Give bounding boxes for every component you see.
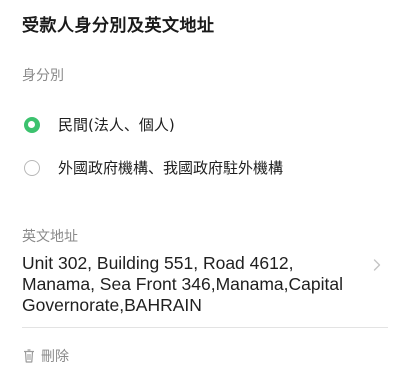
radio-option-government[interactable]: 外國政府機構、我國政府駐外機構 [24, 159, 283, 177]
delete-label: 刪除 [41, 349, 69, 365]
section-title: 受款人身分別及英文地址 [22, 16, 215, 36]
radio-option-private[interactable]: 民間(法人、個人) [24, 116, 175, 134]
trash-icon [24, 349, 34, 363]
radio-unchecked-icon[interactable] [24, 160, 40, 176]
delete-button[interactable]: 刪除 [23, 346, 69, 366]
radio-option-label: 外國政府機構、我國政府駐外機構 [58, 159, 284, 177]
english-address-label: 英文地址 [22, 229, 78, 245]
radio-checked-icon[interactable] [24, 117, 40, 133]
chevron-right-icon[interactable] [373, 259, 381, 271]
divider [22, 327, 388, 328]
identity-type-label: 身分別 [22, 68, 64, 84]
radio-option-label: 民間(法人、個人) [58, 116, 175, 134]
english-address-value[interactable]: Unit 302, Building 551, Road 4612, Manam… [22, 253, 367, 316]
